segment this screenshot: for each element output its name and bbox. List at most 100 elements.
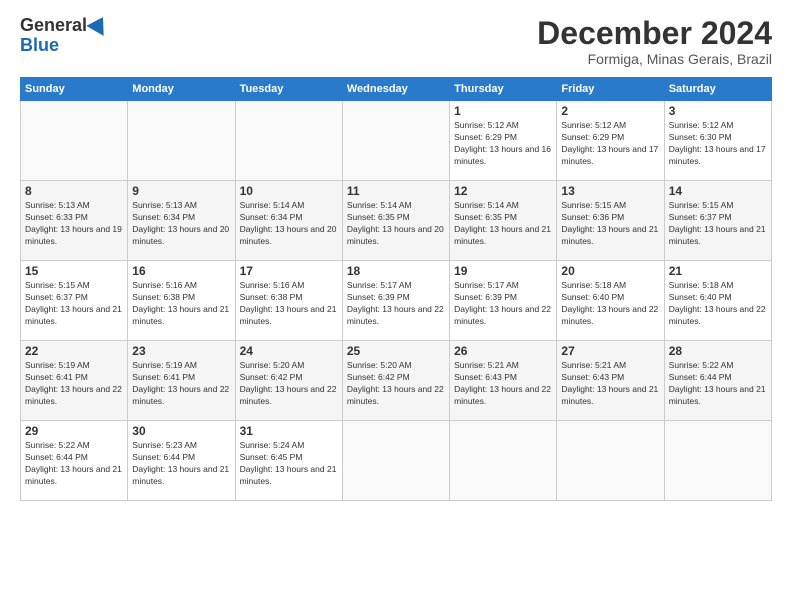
day-number: 27 — [561, 344, 659, 358]
calendar-week-1: 1 Sunrise: 5:12 AMSunset: 6:29 PMDaylight… — [21, 101, 772, 181]
day-number: 9 — [132, 184, 230, 198]
day-info: Sunrise: 5:21 AMSunset: 6:43 PMDaylight:… — [454, 360, 551, 406]
calendar-cell: 22 Sunrise: 5:19 AMSunset: 6:41 PMDayligh… — [21, 341, 128, 421]
day-info: Sunrise: 5:12 AMSunset: 6:29 PMDaylight:… — [561, 120, 658, 166]
calendar-week-4: 22 Sunrise: 5:19 AMSunset: 6:41 PMDayligh… — [21, 341, 772, 421]
day-info: Sunrise: 5:12 AMSunset: 6:29 PMDaylight:… — [454, 120, 551, 166]
calendar-cell: 10Sunrise: 5:14 AMSunset: 6:34 PMDayligh… — [235, 181, 342, 261]
calendar-cell: 27 Sunrise: 5:21 AMSunset: 6:43 PMDayligh… — [557, 341, 664, 421]
day-info: Sunrise: 5:15 AMSunset: 6:36 PMDaylight:… — [561, 200, 658, 246]
calendar-cell: 23 Sunrise: 5:19 AMSunset: 6:41 PMDayligh… — [128, 341, 235, 421]
calendar-cell: 24 Sunrise: 5:20 AMSunset: 6:42 PMDayligh… — [235, 341, 342, 421]
calendar-header-monday: Monday — [128, 78, 235, 101]
calendar-cell — [342, 101, 449, 181]
calendar-cell — [664, 421, 771, 501]
day-number: 23 — [132, 344, 230, 358]
calendar-header-sunday: Sunday — [21, 78, 128, 101]
calendar-cell: 12Sunrise: 5:14 AMSunset: 6:35 PMDayligh… — [450, 181, 557, 261]
calendar-header-wednesday: Wednesday — [342, 78, 449, 101]
calendar-cell: 14 Sunrise: 5:15 AMSunset: 6:37 PMDayligh… — [664, 181, 771, 261]
day-info: Sunrise: 5:16 AMSunset: 6:38 PMDaylight:… — [132, 280, 229, 326]
calendar-cell — [235, 101, 342, 181]
day-info: Sunrise: 5:18 AMSunset: 6:40 PMDaylight:… — [561, 280, 658, 326]
calendar-cell: 9 Sunrise: 5:13 AMSunset: 6:34 PMDaylight… — [128, 181, 235, 261]
day-info: Sunrise: 5:24 AMSunset: 6:45 PMDaylight:… — [240, 440, 337, 486]
calendar-cell: 28Sunrise: 5:22 AMSunset: 6:44 PMDayligh… — [664, 341, 771, 421]
calendar-cell: 2 Sunrise: 5:12 AMSunset: 6:29 PMDaylight… — [557, 101, 664, 181]
day-info: Sunrise: 5:20 AMSunset: 6:42 PMDaylight:… — [240, 360, 337, 406]
calendar-cell — [128, 101, 235, 181]
day-info: Sunrise: 5:12 AMSunset: 6:30 PMDaylight:… — [669, 120, 766, 166]
day-number: 31 — [240, 424, 338, 438]
day-number: 3 — [669, 104, 767, 118]
logo-blue: Blue — [20, 36, 59, 56]
month-title: December 2024 — [537, 16, 772, 51]
calendar-week-5: 29 Sunrise: 5:22 AMSunset: 6:44 PMDayligh… — [21, 421, 772, 501]
day-info: Sunrise: 5:19 AMSunset: 6:41 PMDaylight:… — [132, 360, 229, 406]
day-number: 30 — [132, 424, 230, 438]
logo-triangle-icon — [86, 12, 111, 36]
calendar-header-tuesday: Tuesday — [235, 78, 342, 101]
location: Formiga, Minas Gerais, Brazil — [537, 51, 772, 67]
day-info: Sunrise: 5:14 AMSunset: 6:35 PMDaylight:… — [347, 200, 444, 246]
calendar-week-3: 15 Sunrise: 5:15 AMSunset: 6:37 PMDayligh… — [21, 261, 772, 341]
calendar-cell — [450, 421, 557, 501]
day-number: 14 — [669, 184, 767, 198]
day-number: 21 — [669, 264, 767, 278]
calendar-cell: 31 Sunrise: 5:24 AMSunset: 6:45 PMDayligh… — [235, 421, 342, 501]
day-info: Sunrise: 5:16 AMSunset: 6:38 PMDaylight:… — [240, 280, 337, 326]
day-info: Sunrise: 5:13 AMSunset: 6:34 PMDaylight:… — [132, 200, 229, 246]
day-number: 15 — [25, 264, 123, 278]
calendar-cell: 16Sunrise: 5:16 AMSunset: 6:38 PMDayligh… — [128, 261, 235, 341]
calendar-header-friday: Friday — [557, 78, 664, 101]
title-block: December 2024 Formiga, Minas Gerais, Bra… — [537, 16, 772, 67]
day-number: 26 — [454, 344, 552, 358]
calendar-cell: 21 Sunrise: 5:18 AMSunset: 6:40 PMDayligh… — [664, 261, 771, 341]
day-number: 13 — [561, 184, 659, 198]
day-info: Sunrise: 5:15 AMSunset: 6:37 PMDaylight:… — [25, 280, 122, 326]
logo: General Blue — [20, 16, 109, 56]
day-info: Sunrise: 5:13 AMSunset: 6:33 PMDaylight:… — [25, 200, 122, 246]
calendar-cell: 25 Sunrise: 5:20 AMSunset: 6:42 PMDayligh… — [342, 341, 449, 421]
calendar-week-2: 8Sunrise: 5:13 AMSunset: 6:33 PMDaylight… — [21, 181, 772, 261]
day-number: 17 — [240, 264, 338, 278]
calendar-cell — [21, 101, 128, 181]
day-info: Sunrise: 5:20 AMSunset: 6:42 PMDaylight:… — [347, 360, 444, 406]
calendar-cell: 13 Sunrise: 5:15 AMSunset: 6:36 PMDayligh… — [557, 181, 664, 261]
calendar-cell: 26 Sunrise: 5:21 AMSunset: 6:43 PMDayligh… — [450, 341, 557, 421]
calendar-cell: 29 Sunrise: 5:22 AMSunset: 6:44 PMDayligh… — [21, 421, 128, 501]
day-info: Sunrise: 5:21 AMSunset: 6:43 PMDaylight:… — [561, 360, 658, 406]
day-number: 2 — [561, 104, 659, 118]
calendar-cell: 30Sunrise: 5:23 AMSunset: 6:44 PMDayligh… — [128, 421, 235, 501]
calendar-cell: 11Sunrise: 5:14 AMSunset: 6:35 PMDayligh… — [342, 181, 449, 261]
day-info: Sunrise: 5:15 AMSunset: 6:37 PMDaylight:… — [669, 200, 766, 246]
calendar-cell — [557, 421, 664, 501]
calendar-cell: 18Sunrise: 5:17 AMSunset: 6:39 PMDayligh… — [342, 261, 449, 341]
logo-general: General — [20, 16, 87, 36]
day-number: 22 — [25, 344, 123, 358]
day-number: 19 — [454, 264, 552, 278]
calendar-cell: 15 Sunrise: 5:15 AMSunset: 6:37 PMDayligh… — [21, 261, 128, 341]
calendar-cell: 1 Sunrise: 5:12 AMSunset: 6:29 PMDaylight… — [450, 101, 557, 181]
day-info: Sunrise: 5:19 AMSunset: 6:41 PMDaylight:… — [25, 360, 122, 406]
day-number: 12 — [454, 184, 552, 198]
day-number: 25 — [347, 344, 445, 358]
calendar: SundayMondayTuesdayWednesdayThursdayFrid… — [20, 77, 772, 501]
calendar-header-saturday: Saturday — [664, 78, 771, 101]
calendar-cell: 20 Sunrise: 5:18 AMSunset: 6:40 PMDayligh… — [557, 261, 664, 341]
day-number: 10 — [240, 184, 338, 198]
day-number: 20 — [561, 264, 659, 278]
day-number: 18 — [347, 264, 445, 278]
calendar-cell: 8Sunrise: 5:13 AMSunset: 6:33 PMDaylight… — [21, 181, 128, 261]
day-info: Sunrise: 5:22 AMSunset: 6:44 PMDaylight:… — [669, 360, 766, 406]
calendar-cell: 3 Sunrise: 5:12 AMSunset: 6:30 PMDaylight… — [664, 101, 771, 181]
calendar-header-row: SundayMondayTuesdayWednesdayThursdayFrid… — [21, 78, 772, 101]
calendar-header-thursday: Thursday — [450, 78, 557, 101]
calendar-cell — [342, 421, 449, 501]
day-number: 1 — [454, 104, 552, 118]
day-info: Sunrise: 5:18 AMSunset: 6:40 PMDaylight:… — [669, 280, 766, 326]
calendar-cell: 17 Sunrise: 5:16 AMSunset: 6:38 PMDayligh… — [235, 261, 342, 341]
day-info: Sunrise: 5:22 AMSunset: 6:44 PMDaylight:… — [25, 440, 122, 486]
day-number: 24 — [240, 344, 338, 358]
day-number: 29 — [25, 424, 123, 438]
